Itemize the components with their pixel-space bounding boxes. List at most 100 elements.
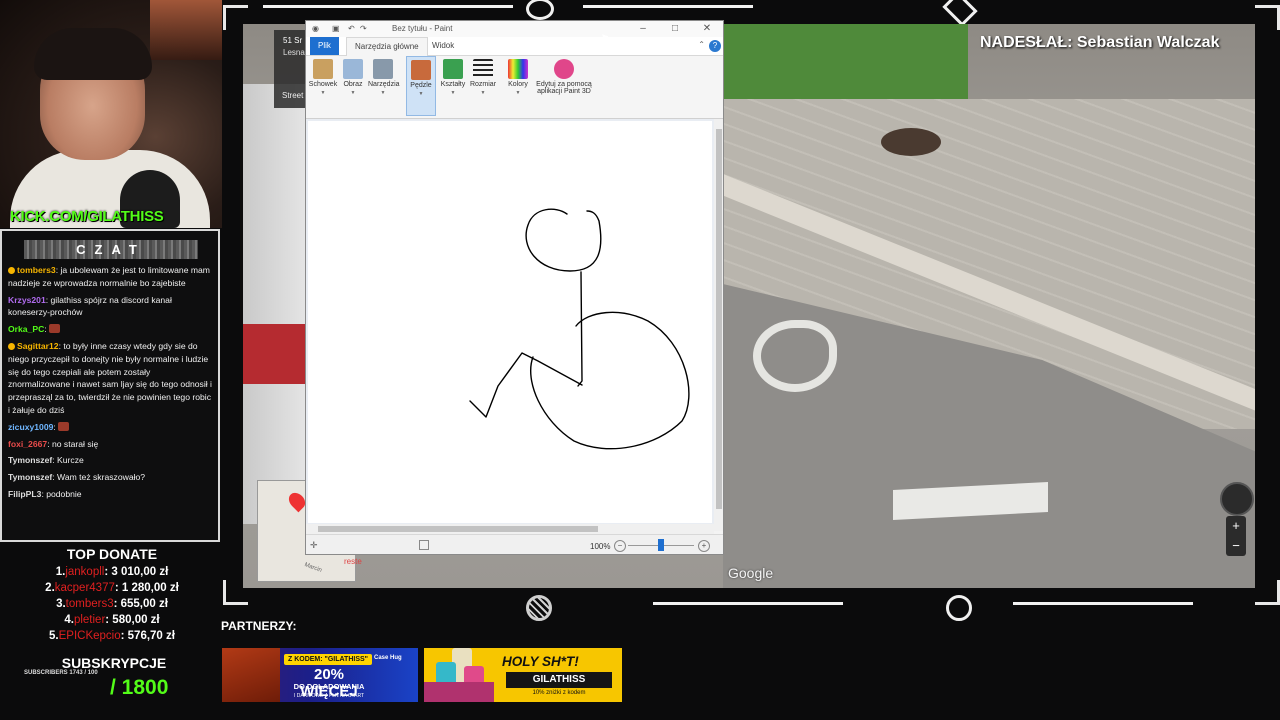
chat-username[interactable]: Orka_PC xyxy=(8,324,44,334)
donate-rank: 1. xyxy=(55,566,66,578)
clipboard-icon xyxy=(313,59,333,79)
vertical-scroll-thumb[interactable] xyxy=(716,129,722,509)
chat-message: tombers3: ja ubolewam że jest to limitow… xyxy=(8,265,210,288)
selection-size-icon xyxy=(419,540,429,550)
drawing-torso xyxy=(577,271,583,387)
cursor-position-icon: ✛ xyxy=(310,540,318,550)
dropdown-arrow-icon: ▼ xyxy=(350,90,356,96)
chat-message: FilipPL3: podobnie xyxy=(8,488,82,499)
tab-view[interactable]: Widok xyxy=(424,37,462,55)
canvas-workspace xyxy=(306,119,723,531)
tab-home[interactable]: Narzędzia główne xyxy=(346,37,428,56)
donate-amount: : 655,00 zł xyxy=(113,598,168,610)
zoom-slider-thumb[interactable] xyxy=(658,539,664,551)
subscriber-count: SUBSCRIBERS 1743 / 100 xyxy=(24,670,98,676)
chat-username[interactable]: Sagittar12 xyxy=(17,341,59,351)
chat-username[interactable]: zicuxy1009 xyxy=(8,422,53,432)
compass-icon[interactable] xyxy=(1220,482,1254,516)
frame-line xyxy=(263,5,513,8)
ribbon-label: Kolory xyxy=(508,81,528,88)
dropdown-arrow-icon: ▼ xyxy=(450,90,456,96)
close-button[interactable]: ✕ xyxy=(692,22,722,36)
save-icon[interactable]: ▣ xyxy=(332,24,341,33)
undo-icon[interactable]: ↶ xyxy=(348,24,357,33)
line-size-icon xyxy=(473,59,493,79)
ribbon-pencil-tools-button[interactable]: Narzędzia ▼ xyxy=(368,56,400,116)
dropdown-arrow-icon: ▼ xyxy=(418,91,424,97)
tab-file[interactable]: Plik xyxy=(310,37,339,55)
dropdown-arrow-icon: ▼ xyxy=(515,90,521,96)
zoom-out-button[interactable]: − xyxy=(614,540,626,552)
chat-message: Krzys201: gilathiss spójrz na discord ka… xyxy=(8,294,172,318)
collapse-ribbon-icon[interactable]: ⌃ xyxy=(698,40,705,49)
ribbon-brush-button[interactable]: Pędzle ▼ xyxy=(406,56,436,116)
maximize-button[interactable]: □ xyxy=(660,22,690,36)
dropdown-arrow-icon: ▼ xyxy=(380,90,386,96)
dropdown-arrow-icon: ▼ xyxy=(320,90,326,96)
background-light xyxy=(150,0,222,60)
frame-corner xyxy=(1255,5,1280,30)
ribbon-colors-button[interactable]: Kolory ▼ xyxy=(503,56,533,116)
ribbon: Schowek ▼ Obraz ▼ Narzędzia ▼ Pędzle ▼ Kształty ▼… xyxy=(306,56,723,119)
ribbon-paint3d-button[interactable]: Edytuj za pomocą aplikacji Paint 3D xyxy=(531,56,597,116)
redo-icon[interactable]: ↷ xyxy=(360,24,369,33)
ribbon-label: Kształty xyxy=(440,81,466,88)
horizontal-scroll-thumb[interactable] xyxy=(318,526,598,532)
partners-label: PARTNERZY: xyxy=(221,619,297,633)
shapes-icon xyxy=(443,59,463,79)
casehug-brand: Case Hug xyxy=(374,655,402,661)
casehug-code: Z KODEM: "GILATHISS" xyxy=(284,654,372,665)
donate-amount: : 1 280,00 zł xyxy=(114,582,179,594)
chat-text: Kurcze xyxy=(57,455,84,466)
donate-name: tombers3 xyxy=(65,598,114,610)
donate-row: 3.tombers3: 655,00 zł xyxy=(0,598,224,614)
streamer-hair xyxy=(34,28,152,80)
paint-window[interactable]: ◉ ▣ ↶ ↷ Bez tytułu - Paint – □ ✕ Plik Na… xyxy=(305,20,724,555)
chat-message: Sagittar12: to były inne czasy wtedy gdy… xyxy=(8,340,212,415)
donate-rank: 3. xyxy=(56,598,66,610)
ribbon-clipboard-button[interactable]: Schowek ▼ xyxy=(308,56,338,116)
streamer-webcam xyxy=(0,0,222,228)
chat-badge-icon xyxy=(8,267,15,274)
wave-logo-icon xyxy=(946,595,972,621)
donate-rank: 5. xyxy=(49,630,59,642)
chat-username[interactable]: foxi_2667 xyxy=(8,439,47,449)
chat-message: zicuxy1009: xyxy=(8,421,214,434)
holyshit-banner[interactable]: HOLY SH*T! GILATHISS 10% zniżki z kodem xyxy=(424,648,622,702)
casehug-banner[interactable]: Z KODEM: "GILATHISS" Case Hug 20% WIĘCEJ… xyxy=(222,648,418,702)
paint3d-icon xyxy=(554,59,574,79)
ribbon-line-size-button[interactable]: Rozmiar ▼ xyxy=(468,56,498,116)
ribbon-image-select-button[interactable]: Obraz ▼ xyxy=(338,56,368,116)
dropdown-arrow-icon: ▼ xyxy=(480,90,486,96)
chat-username[interactable]: Krzys201 xyxy=(8,295,46,305)
ribbon-shapes-button[interactable]: Kształty ▼ xyxy=(438,56,468,116)
drawing-canvas[interactable] xyxy=(308,121,712,523)
donate-amount: : 576,70 zł xyxy=(120,630,175,642)
chat-username[interactable]: FilipPL3 xyxy=(8,489,41,499)
help-icon[interactable]: ? xyxy=(709,40,721,52)
chat-username[interactable]: tombers3 xyxy=(17,265,56,275)
ribbon-label: Pędzle xyxy=(410,82,432,89)
ribbon-label: Rozmiar xyxy=(469,81,497,88)
minimize-button[interactable]: – xyxy=(628,22,658,36)
ribbon-label: Edytuj za pomocą aplikacji Paint 3D xyxy=(536,81,592,95)
paint-titlebar[interactable]: ◉ ▣ ↶ ↷ Bez tytułu - Paint – □ ✕ xyxy=(306,21,723,37)
paint-status-bar: ✛ 100% − + xyxy=(306,534,723,554)
wheelchair-parking-symbol xyxy=(753,320,837,392)
zoom-level: 100% xyxy=(590,542,611,551)
minimap-street: Marcin xyxy=(303,562,323,574)
zoom-in-button[interactable]: + xyxy=(698,540,710,552)
energy-drink-cans-icon xyxy=(424,648,494,702)
holyshit-title: HOLY SH*T! xyxy=(502,654,579,669)
donate-name: jankopll xyxy=(65,566,105,578)
donate-name: kacper4377 xyxy=(54,582,115,594)
chat-message: Tymonszef: Wam też skraszowało? xyxy=(8,472,146,483)
chat-text: podobnie xyxy=(46,488,82,499)
map-zoom-control[interactable]: + − xyxy=(1226,516,1246,556)
chat-username[interactable]: Tymonszef xyxy=(8,455,52,465)
grass-area xyxy=(723,24,968,99)
car-red-stripe xyxy=(243,324,305,384)
donate-name: EPICKepcio xyxy=(58,630,121,642)
chat-username[interactable]: Tymonszef xyxy=(8,472,52,482)
sender-credit: NADESŁAŁ: Sebastian Walczak xyxy=(980,34,1220,51)
